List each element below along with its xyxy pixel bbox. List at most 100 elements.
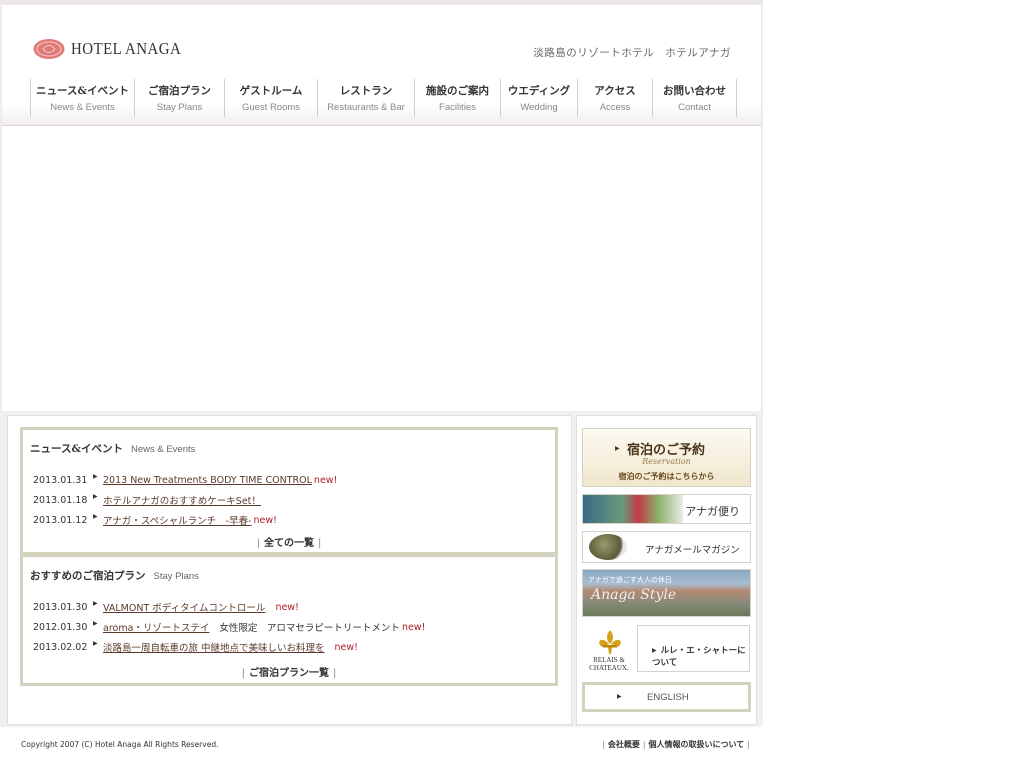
nav-contact[interactable]: お問い合わせ Contact bbox=[652, 79, 737, 117]
list-item: 2013.01.31 ▶ 2013 New Treatments BODY TI… bbox=[33, 470, 337, 490]
news-link[interactable]: ホテルアナガのおすすめケーキSet！ bbox=[103, 493, 261, 507]
arrow-right-icon: ▶ bbox=[652, 647, 657, 654]
reservation-subtitle: Reservation bbox=[642, 457, 691, 466]
plans-heading-en: Stay Plans bbox=[153, 571, 199, 582]
bullet-arrow-icon: ▶ bbox=[93, 512, 98, 520]
relais-logo: RELAIS & CHATEAUX. bbox=[582, 625, 636, 673]
nav-label-jp: レストラン bbox=[339, 85, 393, 97]
arrow-right-icon: ▶ bbox=[615, 445, 620, 452]
list-item: 2012.01.30 ▶ aroma・リゾートステイ 女性限定 アロマセラピート… bbox=[33, 617, 425, 637]
nav-label-en: Contact bbox=[678, 102, 711, 113]
new-badge: new! bbox=[401, 621, 426, 633]
nav-label-jp: お問い合わせ bbox=[663, 85, 726, 97]
list-item: 2013.01.18 ▶ ホテルアナガのおすすめケーキSet！ bbox=[33, 490, 337, 510]
nav-guest-rooms[interactable]: ゲストルーム Guest Rooms bbox=[224, 79, 317, 117]
nav-label-en: Guest Rooms bbox=[241, 102, 301, 113]
news-panel: ニュース&イベント News & Events 2013.01.31 ▶ 2013… bbox=[20, 427, 558, 555]
item-date: 2012.01.30 bbox=[33, 621, 88, 633]
item-date: 2013.01.30 bbox=[33, 601, 88, 613]
tayori-label: アナガ便り bbox=[685, 505, 740, 518]
list-item: 2013.02.02 ▶ 淡路島一周自転車の旅 中継地点で美味しいお料理を ne… bbox=[33, 637, 425, 657]
relais-logo-text: RELAIS & CHATEAUX. bbox=[589, 656, 629, 672]
anaga-tayori-banner[interactable]: アナガ便り bbox=[582, 494, 751, 524]
nav-wedding[interactable]: ウエディング Wedding bbox=[500, 79, 577, 117]
news-list: 2013.01.31 ▶ 2013 New Treatments BODY TI… bbox=[33, 470, 337, 530]
nav-label-jp: ご宿泊プラン bbox=[148, 85, 211, 97]
relais-label-box: ▶ ルレ・エ・シャトーについて bbox=[637, 625, 750, 672]
main-nav: ニュース&イベント News & Events ご宿泊プラン Stay Plan… bbox=[30, 79, 737, 121]
plans-list: 2013.01.30 ▶ VALMONT ボディタイムコントロール new! 2… bbox=[33, 597, 425, 657]
nav-label-en: Stay Plans bbox=[156, 102, 203, 113]
logo-text: HOTEL ANAGA bbox=[71, 39, 182, 58]
reservation-title: 宿泊のご予約 bbox=[627, 443, 706, 458]
nav-label-en: Facilities bbox=[439, 102, 476, 113]
nav-label-en: News & Events bbox=[50, 102, 115, 113]
nav-label-en: Wedding bbox=[520, 102, 558, 113]
nav-access[interactable]: アクセス Access bbox=[577, 79, 652, 117]
new-badge: new! bbox=[275, 601, 299, 613]
relais-label: ▶ ルレ・エ・シャトーについて bbox=[652, 646, 746, 668]
item-date: 2013.01.31 bbox=[33, 474, 88, 486]
new-badge: new! bbox=[313, 474, 338, 486]
plan-description: 女性限定 アロマセラピートリートメント bbox=[219, 623, 400, 634]
plan-link[interactable]: aroma・リゾートステイ bbox=[103, 620, 209, 634]
tayori-photo bbox=[583, 495, 683, 523]
nav-news[interactable]: ニュース&イベント News & Events bbox=[30, 79, 134, 117]
hero-image-area bbox=[2, 126, 761, 411]
new-badge: new! bbox=[253, 514, 277, 526]
olive-photo bbox=[589, 534, 627, 560]
footer-link-company[interactable]: 会社概要 bbox=[608, 740, 640, 749]
bullet-arrow-icon: ▶ bbox=[93, 619, 98, 627]
english-banner[interactable]: ▶ ENGLISH bbox=[582, 682, 751, 712]
anaga-style-banner[interactable]: アナガで過ごす大人の休日 Anaga Style bbox=[582, 569, 751, 617]
news-heading: ニュース&イベント News & Events bbox=[30, 443, 196, 455]
nav-label-jp: ゲストルーム bbox=[239, 85, 303, 97]
item-date: 2013.01.12 bbox=[33, 514, 88, 526]
nav-label-jp: ウエディング bbox=[507, 85, 571, 97]
footer-links: | 会社概要 | 個人情報の取扱いについて | bbox=[602, 740, 750, 749]
plans-heading: おすすめのご宿泊プラン Stay Plans bbox=[30, 570, 199, 582]
nav-label-jp: ニュース&イベント bbox=[36, 85, 129, 97]
header: HOTEL ANAGA 淡路島のリゾートホテル ホテルアナガ ニュース&イベント… bbox=[1, 5, 762, 411]
mail-magazine-banner[interactable]: アナガメールマガジン bbox=[582, 531, 751, 563]
plans-panel: おすすめのご宿泊プラン Stay Plans 2013.01.30 ▶ VALMO… bbox=[20, 554, 558, 686]
fleur-de-lis-icon bbox=[599, 630, 621, 654]
arrow-right-icon: ▶ bbox=[617, 693, 622, 700]
tagline: 淡路島のリゾートホテル ホテルアナガ bbox=[533, 47, 731, 59]
relais-chateaux-banner[interactable]: RELAIS & CHATEAUX. ▶ ルレ・エ・シャトーについて bbox=[582, 625, 751, 673]
main-content: ニュース&イベント News & Events 2013.01.31 ▶ 2013… bbox=[7, 415, 572, 725]
nav-stay-plans[interactable]: ご宿泊プラン Stay Plans bbox=[134, 79, 224, 117]
bullet-arrow-icon: ▶ bbox=[93, 599, 98, 607]
footer: Copyright 2007 (C) Hotel Anaga All Right… bbox=[0, 727, 763, 768]
nav-label-jp: アクセス bbox=[594, 85, 636, 97]
plan-link[interactable]: 淡路島一周自転車の旅 中継地点で美味しいお料理を bbox=[103, 640, 325, 654]
nav-label-jp: 施設のご案内 bbox=[426, 85, 489, 97]
news-all-link[interactable]: | 全ての一覧 | bbox=[23, 534, 555, 549]
nav-restaurants[interactable]: レストラン Restaurants & Bar bbox=[317, 79, 414, 117]
style-caption: アナガで過ごす大人の休日 bbox=[588, 576, 672, 584]
reservation-banner[interactable]: ▶ 宿泊のご予約 Reservation 宿泊のご予約はこちらから bbox=[582, 428, 751, 487]
logo-mark-icon bbox=[33, 39, 65, 59]
english-label: ENGLISH bbox=[647, 692, 689, 703]
hotel-logo[interactable]: HOTEL ANAGA bbox=[33, 38, 196, 60]
footer-link-privacy[interactable]: 個人情報の取扱いについて bbox=[649, 740, 745, 749]
sidebar: ▶ 宿泊のご予約 Reservation 宿泊のご予約はこちらから アナガ便り … bbox=[576, 415, 757, 725]
copyright: Copyright 2007 (C) Hotel Anaga All Right… bbox=[21, 740, 219, 749]
bullet-arrow-icon: ▶ bbox=[93, 492, 98, 500]
item-date: 2013.01.18 bbox=[33, 494, 88, 506]
bullet-arrow-icon: ▶ bbox=[93, 472, 98, 480]
item-date: 2013.02.02 bbox=[33, 641, 88, 653]
bullet-arrow-icon: ▶ bbox=[93, 639, 98, 647]
plan-link[interactable]: VALMONT ボディタイムコントロール bbox=[103, 600, 265, 614]
page: HOTEL ANAGA 淡路島のリゾートホテル ホテルアナガ ニュース&イベント… bbox=[0, 0, 763, 768]
style-title: Anaga Style bbox=[591, 587, 677, 603]
news-link[interactable]: アナガ・スペシャルランチ -早春- bbox=[103, 513, 252, 527]
nav-label-en: Restaurants & Bar bbox=[327, 102, 405, 113]
nav-facilities[interactable]: 施設のご案内 Facilities bbox=[414, 79, 500, 117]
mail-magazine-label: アナガメールマガジン bbox=[645, 545, 740, 556]
news-heading-en: News & Events bbox=[130, 444, 196, 455]
plans-all-link[interactable]: | ご宿泊プラン一覧 | bbox=[23, 664, 555, 679]
reservation-note: 宿泊のご予約はこちらから bbox=[618, 472, 715, 481]
news-link[interactable]: 2013 New Treatments BODY TIME CONTROL bbox=[103, 475, 312, 486]
new-badge: new! bbox=[334, 641, 358, 653]
